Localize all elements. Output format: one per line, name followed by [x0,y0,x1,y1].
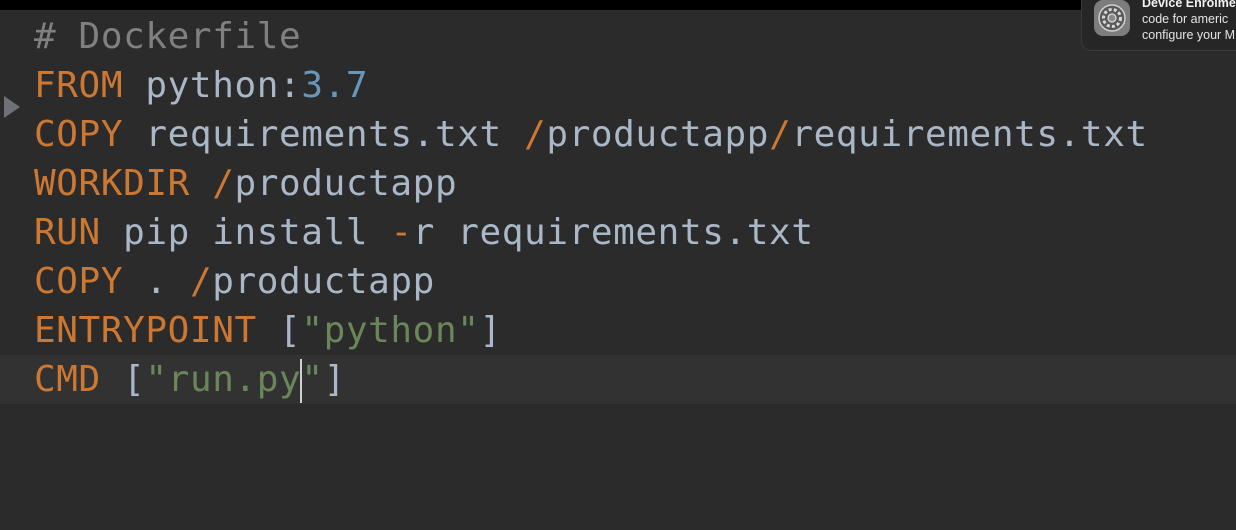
code-token: - [390,212,413,253]
code-token: / [769,114,792,155]
code-token: FROM [34,65,124,106]
code-token: "python" [301,310,480,351]
code-token: r requirements.txt [412,212,814,253]
top-bar [0,0,1236,10]
code-token: COPY [34,261,124,302]
code-line-8[interactable]: CMD ["run.py"] [0,355,1236,404]
code-token: 3.7 [301,65,369,106]
code-token: pip install [100,212,391,253]
code-token: WORKDIR [34,163,190,204]
code-line-1[interactable]: # Dockerfile [0,12,1236,61]
fold-arrow-icon[interactable] [4,96,20,118]
code-token: . [123,261,190,302]
code-line-4[interactable]: WORKDIR /productapp [0,159,1236,208]
code-line-7[interactable]: ENTRYPOINT ["python"] [0,306,1236,355]
code-editor[interactable]: # Dockerfile FROM python:3.7 COPY requir… [0,12,1236,530]
code-token: [ [100,359,146,400]
code-token: # Dockerfile [34,16,302,57]
code-line-2[interactable]: FROM python:3.7 [0,61,1236,110]
code-token: / [189,261,213,302]
code-token: CMD [34,359,101,400]
notification-line-2: configure your M [1142,28,1236,42]
code-token: productapp [234,163,458,204]
notification-banner[interactable]: Device Enrolment code for americ configu… [1081,0,1236,51]
code-token: [ [256,310,302,351]
code-token: COPY [34,114,124,155]
notification-title: Device Enrolment [1142,0,1236,10]
notification-text: Device Enrolment code for americ configu… [1142,0,1236,43]
code-line-3[interactable]: COPY requirements.txt /productapp/requir… [0,110,1236,159]
code-token: / [212,163,235,204]
code-token: ENTRYPOINT [34,310,257,351]
code-line-5[interactable]: RUN pip install -r requirements.txt [0,208,1236,257]
code-token: productapp [546,114,770,155]
system-preferences-gear-icon [1094,0,1130,36]
code-token: / [524,114,547,155]
code-token: ] [479,310,502,351]
code-token: " [301,359,324,400]
code-token: RUN [34,212,101,253]
code-token: requirements.txt [123,114,525,155]
notification-line-1: code for americ [1142,12,1229,26]
code-token: python: [123,65,302,106]
code-line-6[interactable]: COPY . /productapp [0,257,1236,306]
code-token: requirements.txt [791,114,1148,155]
code-token: "run.py [145,359,302,400]
code-token: productapp [212,261,435,302]
code-token: ] [323,359,346,400]
